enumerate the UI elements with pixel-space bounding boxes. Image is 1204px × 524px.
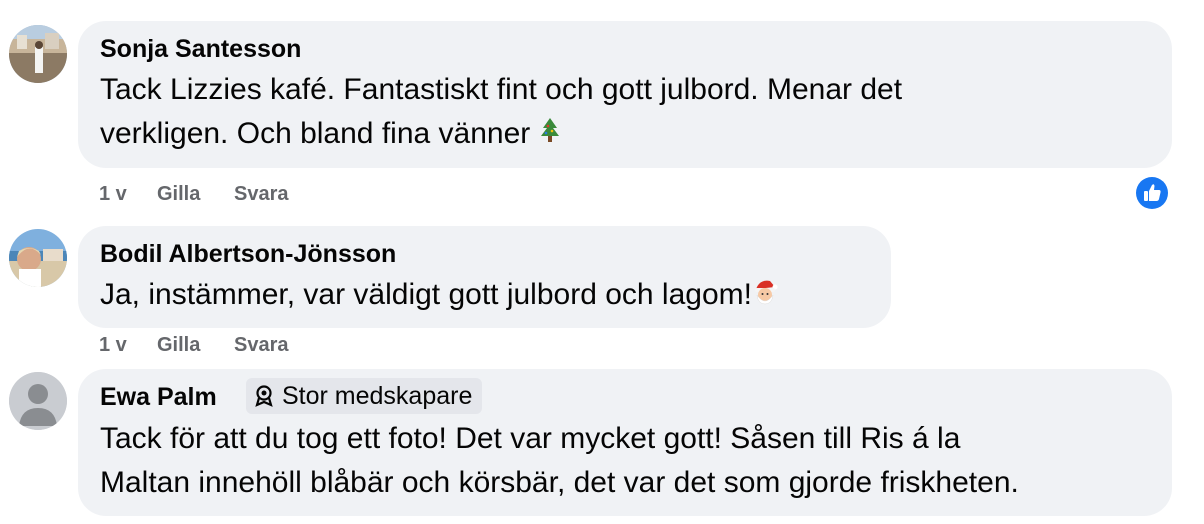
comment-text: Ja, instämmer, var väldigt gott julbord … <box>100 278 752 311</box>
comment-text-line: Tack Lizzies kafé. Fantastiskt fint och … <box>100 73 903 106</box>
profile-photo <box>9 229 67 287</box>
avatar-sonja[interactable] <box>9 25 67 83</box>
comment-timestamp[interactable]: 1 v <box>99 334 127 357</box>
avatar-ewa-default[interactable] <box>9 372 67 430</box>
comment-text-line: Ja, instämmer, var väldigt gott julbord … <box>100 273 778 318</box>
santa-claus-icon <box>752 274 778 318</box>
comment-text: verkligen. Och bland fina vänner <box>100 117 531 150</box>
comment-author[interactable]: Bodil Albertson-Jönsson <box>100 240 396 269</box>
comment-bubble: Sonja Santesson Tack Lizzies kafé. Fanta… <box>78 21 1172 168</box>
comment-bubble: Bodil Albertson-Jönsson Ja, instämmer, v… <box>78 226 891 328</box>
comment-bubble: Ewa Palm Stor medskapare Tack för att du… <box>78 369 1172 516</box>
reply-link[interactable]: Svara <box>234 334 289 357</box>
comment-text-line: verkligen. Och bland fina vänner <box>100 112 561 157</box>
christmas-tree-icon <box>539 113 561 157</box>
comment-author[interactable]: Ewa Palm <box>100 383 217 412</box>
avatar-bodil[interactable] <box>9 229 67 287</box>
comment-text-line: Maltan innehöll blåbär och körsbär, det … <box>100 466 1019 499</box>
comment-timestamp[interactable]: 1 v <box>99 183 127 206</box>
badge-label: Stor medskapare <box>282 381 473 410</box>
like-link[interactable]: Gilla <box>157 334 200 357</box>
badge-icon <box>255 385 273 407</box>
comment-text-line: Tack för att du tog ett foto! Det var my… <box>100 422 961 455</box>
profile-photo <box>9 25 67 83</box>
contributor-badge[interactable]: Stor medskapare <box>246 378 483 414</box>
like-link[interactable]: Gilla <box>157 183 200 206</box>
comment-author[interactable]: Sonja Santesson <box>100 35 301 64</box>
like-reaction-icon[interactable] <box>1136 177 1168 209</box>
reply-link[interactable]: Svara <box>234 183 289 206</box>
default-user-icon <box>9 372 67 430</box>
